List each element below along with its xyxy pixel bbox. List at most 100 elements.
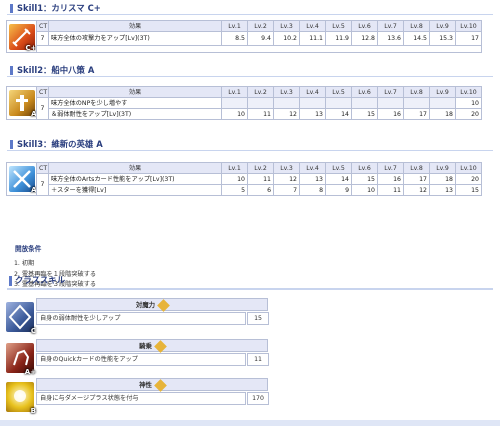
effect-text: ＆弱体耐性をアップ[Lv](3T) — [48, 108, 222, 120]
lv-value: 13 — [429, 184, 456, 196]
col-ct: CT — [36, 162, 49, 174]
lv-value: 18 — [429, 108, 456, 120]
unlock-conditions-title: 開放条件 — [15, 245, 42, 253]
magic-resistance-icon: C — [6, 302, 36, 335]
lv-value — [377, 97, 404, 109]
lv-value: 12 — [273, 173, 300, 185]
lv-value: 17 — [455, 31, 482, 46]
class-skill-value: 11 — [247, 353, 269, 366]
class-skill-riding: A+ 騎乗 自身のQuickカードの性能をアップ 11 — [6, 339, 269, 377]
lv-value: 15 — [455, 184, 482, 196]
lv-value: 15.3 — [429, 31, 456, 46]
col-lv7: Lv.7 — [377, 162, 404, 174]
col-lv6: Lv.6 — [351, 86, 378, 98]
skill3-icon-cell: A — [6, 162, 37, 196]
lv-value: 16 — [377, 108, 404, 120]
col-lv1: Lv.1 — [221, 86, 248, 98]
lv-value: 11.9 — [325, 31, 352, 46]
lv-value: 9.4 — [247, 31, 274, 46]
table-row: ＋スターを獲得[Lv] 5 6 7 8 9 10 11 12 13 15 — [7, 184, 482, 196]
lv-value — [273, 97, 300, 109]
class-skill-name: 騎乗 — [139, 342, 152, 350]
strategy-icon: A — [8, 90, 37, 118]
class-skill-name: 対魔力 — [135, 301, 156, 309]
lv-value: 5 — [221, 184, 248, 196]
skill3-title: Skill3：維新の英雄 A — [7, 138, 493, 151]
col-lv8: Lv.8 — [403, 20, 430, 32]
class-skill-value: 170 — [247, 392, 269, 405]
skill1-title: Skill1：カリスマ C+ — [7, 2, 493, 15]
lv-value: 8 — [299, 184, 326, 196]
lv-value: 20 — [455, 108, 482, 120]
lv-value: 7 — [273, 184, 300, 196]
lv-value: 17 — [403, 173, 430, 185]
lv-value: 18 — [429, 173, 456, 185]
lv-value: 13.6 — [377, 31, 404, 46]
class-skill-value: 15 — [247, 312, 269, 325]
lv-value: 14.5 — [403, 31, 430, 46]
lv-value — [325, 97, 352, 109]
lv-value: 14 — [325, 173, 352, 185]
lv-value — [299, 97, 326, 109]
lv-value: 10 — [455, 97, 482, 109]
charisma-icon: C+ — [8, 23, 36, 52]
col-lv8: Lv.8 — [403, 162, 430, 174]
lv-value: 11 — [247, 173, 274, 185]
col-lv1: Lv.1 — [221, 20, 248, 32]
class-skill-rank: B — [30, 407, 36, 415]
class-skill-rank: A+ — [24, 368, 36, 376]
table-row: 7 味方全体の攻撃力をアップ[Lv](3T) 8.5 9.4 10.2 11.1… — [7, 31, 482, 46]
col-lv8: Lv.8 — [403, 86, 430, 98]
skill1-icon-cell: C+ — [6, 20, 37, 53]
lv-value: 12.8 — [351, 31, 378, 46]
skill-rank-diamond-icon — [157, 298, 170, 312]
col-lv3: Lv.3 — [273, 86, 300, 98]
skill2-title: Skill2：船中八策 A — [7, 64, 493, 77]
lv-value: 9 — [325, 184, 352, 196]
class-skill-desc: 自身に与ダメージプラス状態を付与 — [36, 392, 246, 405]
col-lv6: Lv.6 — [351, 162, 378, 174]
class-skills-title: クラススキル — [7, 272, 493, 290]
lv-value: 15 — [351, 173, 378, 185]
lv-value: 10.2 — [273, 31, 300, 46]
skill-rank-diamond-icon — [154, 378, 167, 392]
table-row: 7 味方全体のNPを少し増やす 10 — [7, 97, 482, 120]
col-lv4: Lv.4 — [299, 86, 326, 98]
lv-value: 11 — [377, 184, 404, 196]
col-lv5: Lv.5 — [325, 162, 352, 174]
skill3-table: A CT 効果 Lv.1 Lv.2 Lv.3 Lv.4 Lv.5 Lv.6 Lv… — [6, 162, 482, 196]
effect-text: 味方全体の攻撃力をアップ[Lv](3T) — [48, 31, 222, 46]
arts-up-icon: A — [8, 166, 37, 194]
lv-value: 14 — [325, 108, 352, 120]
servant-skill-page: Skill1：カリスマ C+ C+ CT 効果 Lv.1 Lv.2 Lv.3 L… — [0, 0, 500, 426]
lv-value — [351, 97, 378, 109]
col-lv1: Lv.1 — [221, 162, 248, 174]
class-skill-magic-resistance: C 対魔力 自身の弱体耐性を少しアップ 15 — [6, 298, 269, 336]
col-lv10: Lv.10 — [455, 86, 482, 98]
skill-ct: 7 — [36, 173, 49, 196]
lv-value — [247, 97, 274, 109]
table-row: ＆弱体耐性をアップ[Lv](3T) 10 11 12 13 14 15 16 1… — [7, 108, 482, 120]
col-lv3: Lv.3 — [273, 162, 300, 174]
effect-text: 味方全体のNPを少し増やす — [48, 97, 222, 109]
col-lv9: Lv.9 — [429, 20, 456, 32]
col-effect: 効果 — [48, 162, 222, 174]
lv-value — [429, 97, 456, 109]
skill2-rank: A — [31, 110, 37, 118]
lv-value: 20 — [455, 173, 482, 185]
col-lv7: Lv.7 — [377, 20, 404, 32]
col-lv4: Lv.4 — [299, 20, 326, 32]
lv-value: 12 — [403, 184, 430, 196]
col-lv4: Lv.4 — [299, 162, 326, 174]
skill3-rank: A — [31, 186, 37, 194]
col-lv10: Lv.10 — [455, 162, 482, 174]
col-lv5: Lv.5 — [325, 86, 352, 98]
lv-value: 6 — [247, 184, 274, 196]
divinity-icon: B — [6, 382, 36, 415]
lv-value: 15 — [351, 108, 378, 120]
col-lv2: Lv.2 — [247, 86, 274, 98]
col-lv9: Lv.9 — [429, 162, 456, 174]
skill-ct: 7 — [36, 97, 49, 120]
col-ct: CT — [36, 20, 49, 32]
lv-value: 10 — [221, 173, 248, 185]
